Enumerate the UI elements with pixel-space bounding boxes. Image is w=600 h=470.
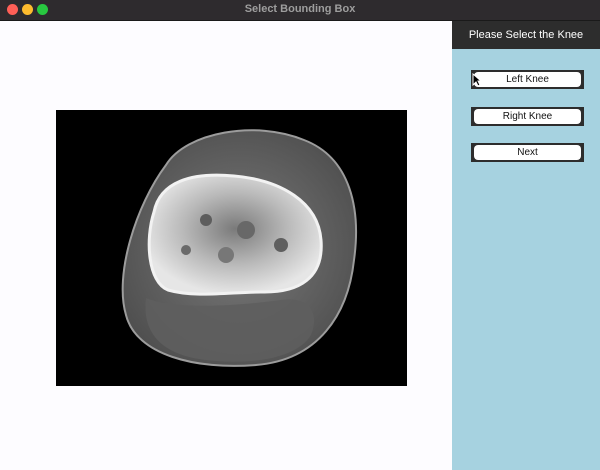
window-title: Select Bounding Box [244,3,356,15]
left-knee-label: Left Knee [474,72,581,87]
right-knee-label: Right Knee [474,109,581,124]
sidebar-header: Please Select the Knee [452,21,600,49]
next-label: Next [474,145,581,160]
left-knee-button[interactable]: Left Knee [471,70,584,89]
right-knee-button[interactable]: Right Knee [471,107,584,126]
title-bar: Select Bounding Box [0,0,600,21]
ct-scan-graphic [121,129,357,367]
mouse-cursor-icon [472,73,482,87]
image-canvas[interactable] [0,21,452,470]
control-sidebar: Please Select the Knee Left Knee Right K… [452,21,600,470]
ct-scan-image[interactable] [56,110,407,386]
next-button[interactable]: Next [471,143,584,162]
app-window: Select Bounding Box Please Select the Kn… [0,0,600,470]
